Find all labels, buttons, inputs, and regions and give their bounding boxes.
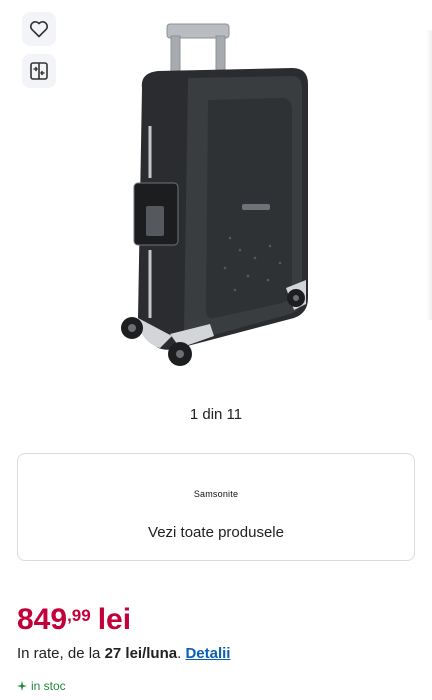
heart-icon (30, 21, 48, 38)
product-gallery[interactable] (0, 0, 432, 390)
price: 849 ,99 lei (17, 603, 131, 637)
favorite-button[interactable] (22, 12, 56, 46)
gallery-actions (22, 12, 56, 96)
price-decimal: ,99 (67, 606, 91, 625)
brand-logo: Samsonite (193, 489, 239, 499)
stock-status: in stoc (17, 679, 66, 693)
installment-amount: 27 lei/luna (104, 645, 178, 662)
image-counter: 1 din 11 (189, 406, 243, 423)
details-link[interactable]: Detalii (185, 645, 230, 662)
installment-prefix: In rate, de la (17, 645, 105, 662)
stock-text: in stoc (31, 679, 66, 693)
compare-icon (30, 62, 48, 80)
sparkle-icon (17, 681, 27, 691)
next-image-peek (426, 30, 432, 320)
installment-info: In rate, de la 27 lei/luna. Detalii (17, 645, 230, 662)
price-integer: 849 (17, 603, 68, 636)
price-currency: lei (97, 603, 132, 636)
product-image[interactable] (110, 18, 320, 378)
compare-button[interactable] (22, 54, 56, 88)
brand-card[interactable]: Samsonite Vezi toate produsele (17, 453, 415, 561)
view-all-products-link[interactable]: Vezi toate produsele (18, 524, 414, 541)
